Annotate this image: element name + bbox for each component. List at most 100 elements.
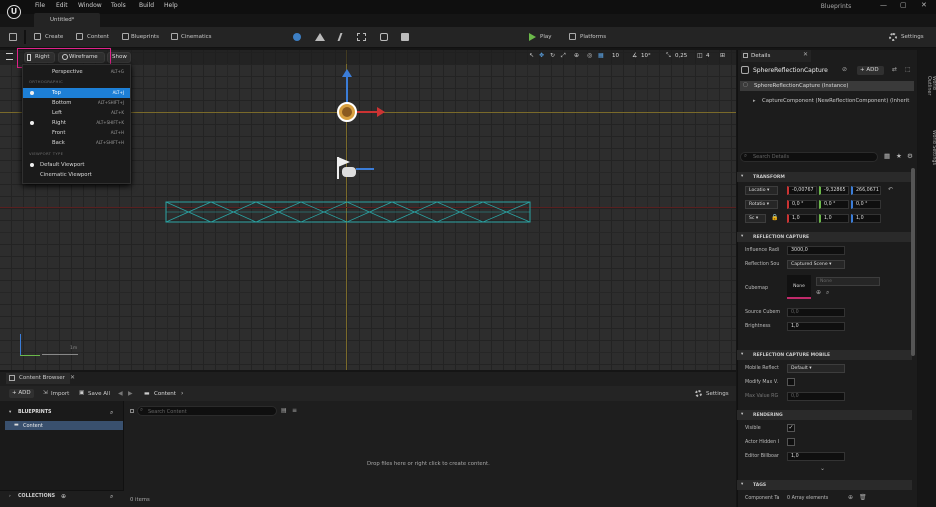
collections-search-icon[interactable]: ⌕ bbox=[110, 493, 113, 501]
hamburger-icon[interactable] bbox=[6, 53, 13, 60]
play-icon[interactable] bbox=[529, 33, 536, 41]
save-search-icon[interactable]: ▤ bbox=[281, 407, 287, 414]
browse-asset-icon[interactable]: ⌕ bbox=[826, 289, 829, 297]
select-mode-icon[interactable] bbox=[293, 33, 301, 41]
menu-build[interactable]: Build bbox=[139, 2, 154, 9]
location-x-field[interactable]: -0,00767 bbox=[787, 186, 817, 195]
reset-location-icon[interactable]: ↶ bbox=[888, 186, 893, 193]
gamepad-icon[interactable] bbox=[342, 167, 356, 177]
section-capture-mobile[interactable]: REFLECTION CAPTURE MOBILE bbox=[737, 350, 912, 360]
scale-x-field[interactable]: 1,0 bbox=[787, 214, 817, 223]
world-settings-tab[interactable]: World Settings bbox=[918, 130, 936, 172]
breadcrumb-chevron-icon[interactable]: › bbox=[181, 390, 183, 397]
details-scrollbar[interactable] bbox=[911, 168, 915, 356]
actor-name[interactable]: SphereReflectionCapture bbox=[753, 67, 828, 74]
details-settings-icon[interactable]: ⚙ bbox=[907, 152, 913, 160]
close-icon[interactable]: ✕ bbox=[921, 1, 927, 9]
menu-help[interactable]: Help bbox=[164, 2, 178, 9]
details-close-icon[interactable]: ✕ bbox=[803, 51, 808, 58]
paint-mode-icon[interactable] bbox=[357, 33, 366, 41]
rotation-mode-dropdown[interactable]: Rotatio ▾ bbox=[745, 200, 778, 209]
settings-button[interactable]: Settings bbox=[901, 34, 924, 40]
grid-snap-icon[interactable]: ▦ bbox=[598, 52, 604, 59]
surface-snap-icon[interactable]: ◎ bbox=[587, 52, 592, 59]
content-button[interactable]: Content bbox=[87, 34, 109, 40]
camera-speed-value[interactable]: 4 bbox=[706, 53, 710, 59]
move-tool-icon[interactable]: ✥ bbox=[539, 52, 544, 59]
tree-item-content[interactable]: ▬ Content bbox=[5, 421, 123, 430]
source-cubemap-angle-field[interactable]: 0,0 bbox=[787, 308, 845, 317]
menu-item-default-viewport[interactable]: Default Viewport bbox=[23, 160, 130, 170]
location-mode-dropdown[interactable]: Locatio ▾ bbox=[745, 186, 778, 195]
rotation-snap-value[interactable]: 10° bbox=[641, 53, 651, 59]
landscape-mode-icon[interactable] bbox=[315, 33, 325, 41]
menu-window[interactable]: Window bbox=[78, 2, 102, 9]
import-button[interactable]: Import bbox=[51, 391, 69, 397]
brightness-field[interactable]: 1,0 bbox=[787, 322, 845, 331]
level-tab[interactable]: Untitled* bbox=[34, 13, 100, 27]
breadcrumb-content[interactable]: Content bbox=[154, 391, 176, 397]
use-selected-icon[interactable]: ⊕ bbox=[816, 289, 821, 296]
section-reflection-capture[interactable]: REFLECTION CAPTURE bbox=[737, 232, 912, 242]
history-back-icon[interactable]: ◀ bbox=[118, 390, 123, 397]
cubemap-asset-dropdown[interactable]: None bbox=[816, 277, 880, 286]
section-transform[interactable]: TRANSFORM bbox=[737, 172, 912, 182]
gizmo-x-arrow-icon[interactable] bbox=[377, 107, 385, 117]
delete-tags-icon[interactable]: 🗑 bbox=[859, 494, 867, 501]
table-view-icon[interactable]: ▦ bbox=[884, 152, 890, 160]
influence-radius-field[interactable]: 3000,0 bbox=[787, 246, 845, 255]
billboard-scale-field[interactable]: 1,0 bbox=[787, 452, 845, 461]
favorite-star-icon[interactable]: ★ bbox=[896, 152, 902, 160]
content-browser-tab[interactable]: Content Browser bbox=[6, 373, 70, 384]
menu-item-cinematic-viewport[interactable]: Cinematic Viewport bbox=[23, 170, 130, 180]
rotation-y-field[interactable]: 0,0 ° bbox=[819, 200, 849, 209]
grid-snap-value[interactable]: 10 bbox=[612, 53, 619, 59]
platforms-button[interactable]: Platforms bbox=[580, 34, 606, 40]
rotation-z-field[interactable]: 0,0 ° bbox=[851, 200, 881, 209]
menu-item-back[interactable]: Back ALT+SHIFT+H bbox=[23, 138, 130, 148]
blueprints-header[interactable]: BLUEPRINTS bbox=[18, 410, 51, 415]
menu-edit[interactable]: Edit bbox=[56, 2, 68, 9]
rotation-x-field[interactable]: 0,0 ° bbox=[787, 200, 817, 209]
fracture-mode-icon[interactable] bbox=[401, 33, 409, 41]
minimize-icon[interactable]: — bbox=[880, 1, 887, 9]
world-outliner-tab[interactable]: World Outliner bbox=[918, 76, 936, 108]
scale-snap-icon[interactable]: ⤡ bbox=[666, 52, 671, 60]
cb-settings-button[interactable]: Settings bbox=[706, 391, 729, 397]
blueprint-edit-icon[interactable]: ⬚ bbox=[905, 66, 911, 73]
cinematics-button[interactable]: Cinematics bbox=[181, 34, 212, 40]
save-icon[interactable] bbox=[9, 33, 17, 41]
menu-item-left[interactable]: Left ALT+K bbox=[23, 108, 130, 118]
lock-icon[interactable]: ⊘ bbox=[842, 66, 847, 73]
max-value-rgbm-field[interactable]: 0,0 bbox=[787, 392, 845, 401]
instance-row[interactable]: ▢ SphereReflectionCapture (Instance) bbox=[740, 81, 914, 91]
actor-hidden-checkbox[interactable] bbox=[787, 438, 795, 446]
save-all-button[interactable]: Save All bbox=[88, 391, 110, 397]
add-collection-icon[interactable]: ⊕ bbox=[61, 493, 66, 500]
menu-item-bottom[interactable]: Bottom ALT+SHIFT+J bbox=[23, 98, 130, 108]
scale-mode-dropdown[interactable]: Sc ▾ bbox=[745, 214, 766, 223]
scale-lock-icon[interactable]: 🔒 bbox=[771, 214, 778, 221]
menu-item-perspective[interactable]: Perspective ALT+G bbox=[23, 67, 130, 77]
blueprints-button[interactable]: Blueprints bbox=[131, 34, 159, 40]
menu-tools[interactable]: Tools bbox=[111, 2, 126, 9]
cubemap-thumbnail[interactable]: None bbox=[787, 275, 811, 299]
content-browser-close-icon[interactable]: ✕ bbox=[70, 374, 75, 381]
world-local-icon[interactable]: ⊕ bbox=[574, 52, 579, 59]
rotate-tool-icon[interactable]: ↻ bbox=[550, 52, 555, 59]
reflection-source-dropdown[interactable]: Captured Scene ▾ bbox=[787, 260, 845, 269]
blueprints-expand-icon[interactable]: ▾ bbox=[9, 410, 11, 415]
filter-icon[interactable] bbox=[130, 409, 134, 413]
tree-search-icon[interactable]: ⌕ bbox=[110, 409, 113, 417]
scale-snap-value[interactable]: 0,25 bbox=[675, 53, 687, 59]
select-tool-icon[interactable]: ↖ bbox=[529, 52, 534, 59]
scale-z-field[interactable]: 1,0 bbox=[851, 214, 881, 223]
details-tab[interactable]: Details bbox=[741, 50, 811, 62]
camera-speed-icon[interactable]: ◫ bbox=[697, 52, 703, 59]
visible-checkbox[interactable]: ✓ bbox=[787, 424, 795, 432]
collections-expand-icon[interactable]: › bbox=[9, 494, 11, 499]
rotation-snap-icon[interactable]: ∡ bbox=[632, 52, 637, 59]
unreal-logo-icon[interactable]: U bbox=[7, 5, 21, 19]
filter-list-icon[interactable]: ≡ bbox=[292, 407, 297, 414]
capture-component-row[interactable]: CaptureComponent (NewReflectionComponent… bbox=[762, 98, 914, 104]
